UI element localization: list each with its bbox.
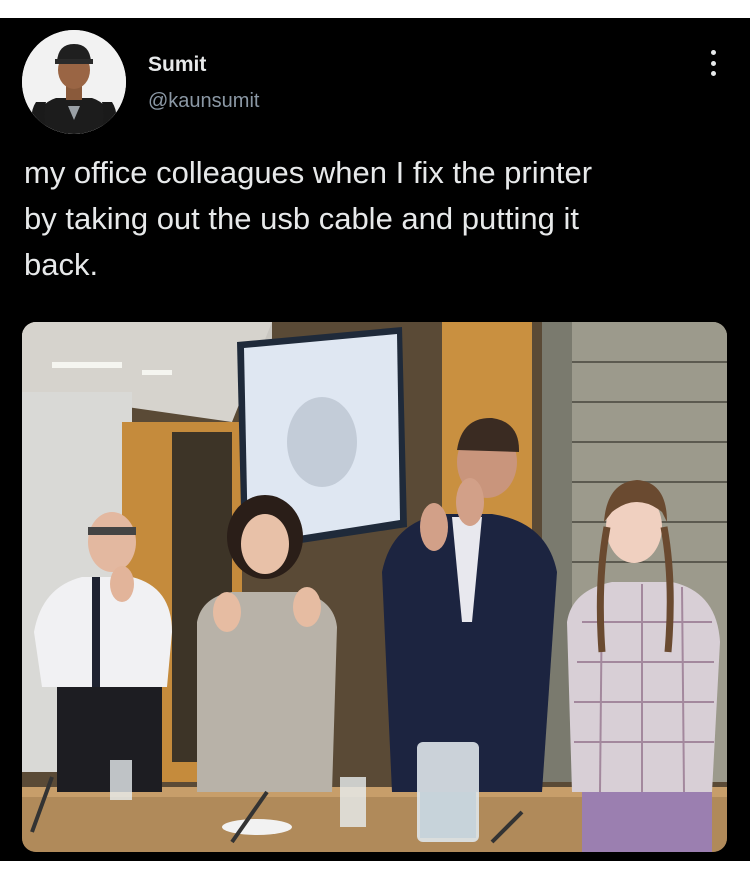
tweet-card[interactable]: Sumit @kaunsumit my office colleagues wh… [0,18,750,861]
more-dot [710,71,716,76]
tweet-text: my office colleagues when I fix the prin… [24,155,593,282]
more-options-icon[interactable] [700,48,726,78]
author-display-name[interactable]: Sumit [148,53,206,77]
author-handle[interactable]: @kaunsumit [148,90,259,113]
photo-meeting-applause-icon [22,322,727,852]
more-dot [710,60,716,66]
avatar-photo-icon [22,30,126,134]
tweet-photo[interactable] [22,322,727,852]
more-dot [710,50,716,55]
avatar[interactable] [22,30,126,134]
